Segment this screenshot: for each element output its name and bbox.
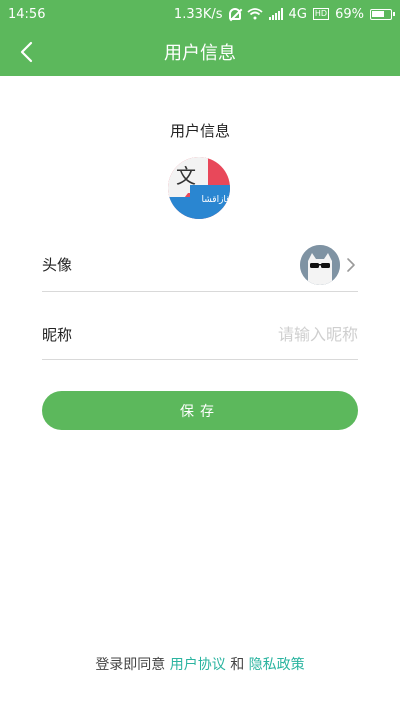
avatar-label: 头像 (42, 256, 73, 274)
hd-badge: HD (312, 8, 330, 20)
back-button[interactable] (14, 40, 38, 64)
net-speed: 1.33K/s (173, 6, 223, 22)
privacy-policy-link[interactable]: 隐私政策 (249, 657, 305, 673)
signal-icon (268, 8, 283, 20)
logo-char: 文 (176, 164, 196, 188)
battery-icon (370, 8, 395, 20)
agreement-prefix: 登录即同意 (95, 657, 166, 673)
nickname-input[interactable] (198, 325, 358, 344)
user-agreement-link[interactable]: 用户协议 (170, 657, 226, 673)
network-type: 4G (288, 6, 307, 22)
nickname-row: 昵称 (42, 310, 358, 360)
avatar-row[interactable]: 头像 (42, 238, 358, 292)
nav-bar: 用户信息 (0, 28, 400, 76)
status-time: 14:56 (8, 6, 46, 22)
battery-percent: 69% (335, 6, 364, 22)
agreement-and: 和 (230, 657, 245, 673)
wifi-icon (246, 8, 263, 20)
mute-bell-icon (228, 8, 241, 20)
status-bar: 14:56 1.33K/s 4G HD 69% (0, 0, 400, 28)
nickname-label: 昵称 (42, 326, 73, 344)
chevron-left-icon (20, 41, 33, 63)
app-logo: 文 قازاقشا (168, 157, 230, 219)
save-button[interactable]: 保存 (42, 391, 358, 430)
agreement-text: 登录即同意 用户协议 和 隐私政策 (0, 654, 400, 674)
chevron-right-icon (347, 257, 355, 272)
avatar[interactable] (300, 244, 340, 285)
section-title: 用户信息 (169, 122, 230, 140)
page-title: 用户信息 (164, 43, 236, 64)
logo-script: قازاقشا (202, 195, 230, 205)
status-right: 1.33K/s 4G HD 69% (173, 6, 395, 22)
avatar-cat-icon (300, 244, 340, 285)
translate-logo-icon: 文 قازاقشا (168, 157, 230, 219)
